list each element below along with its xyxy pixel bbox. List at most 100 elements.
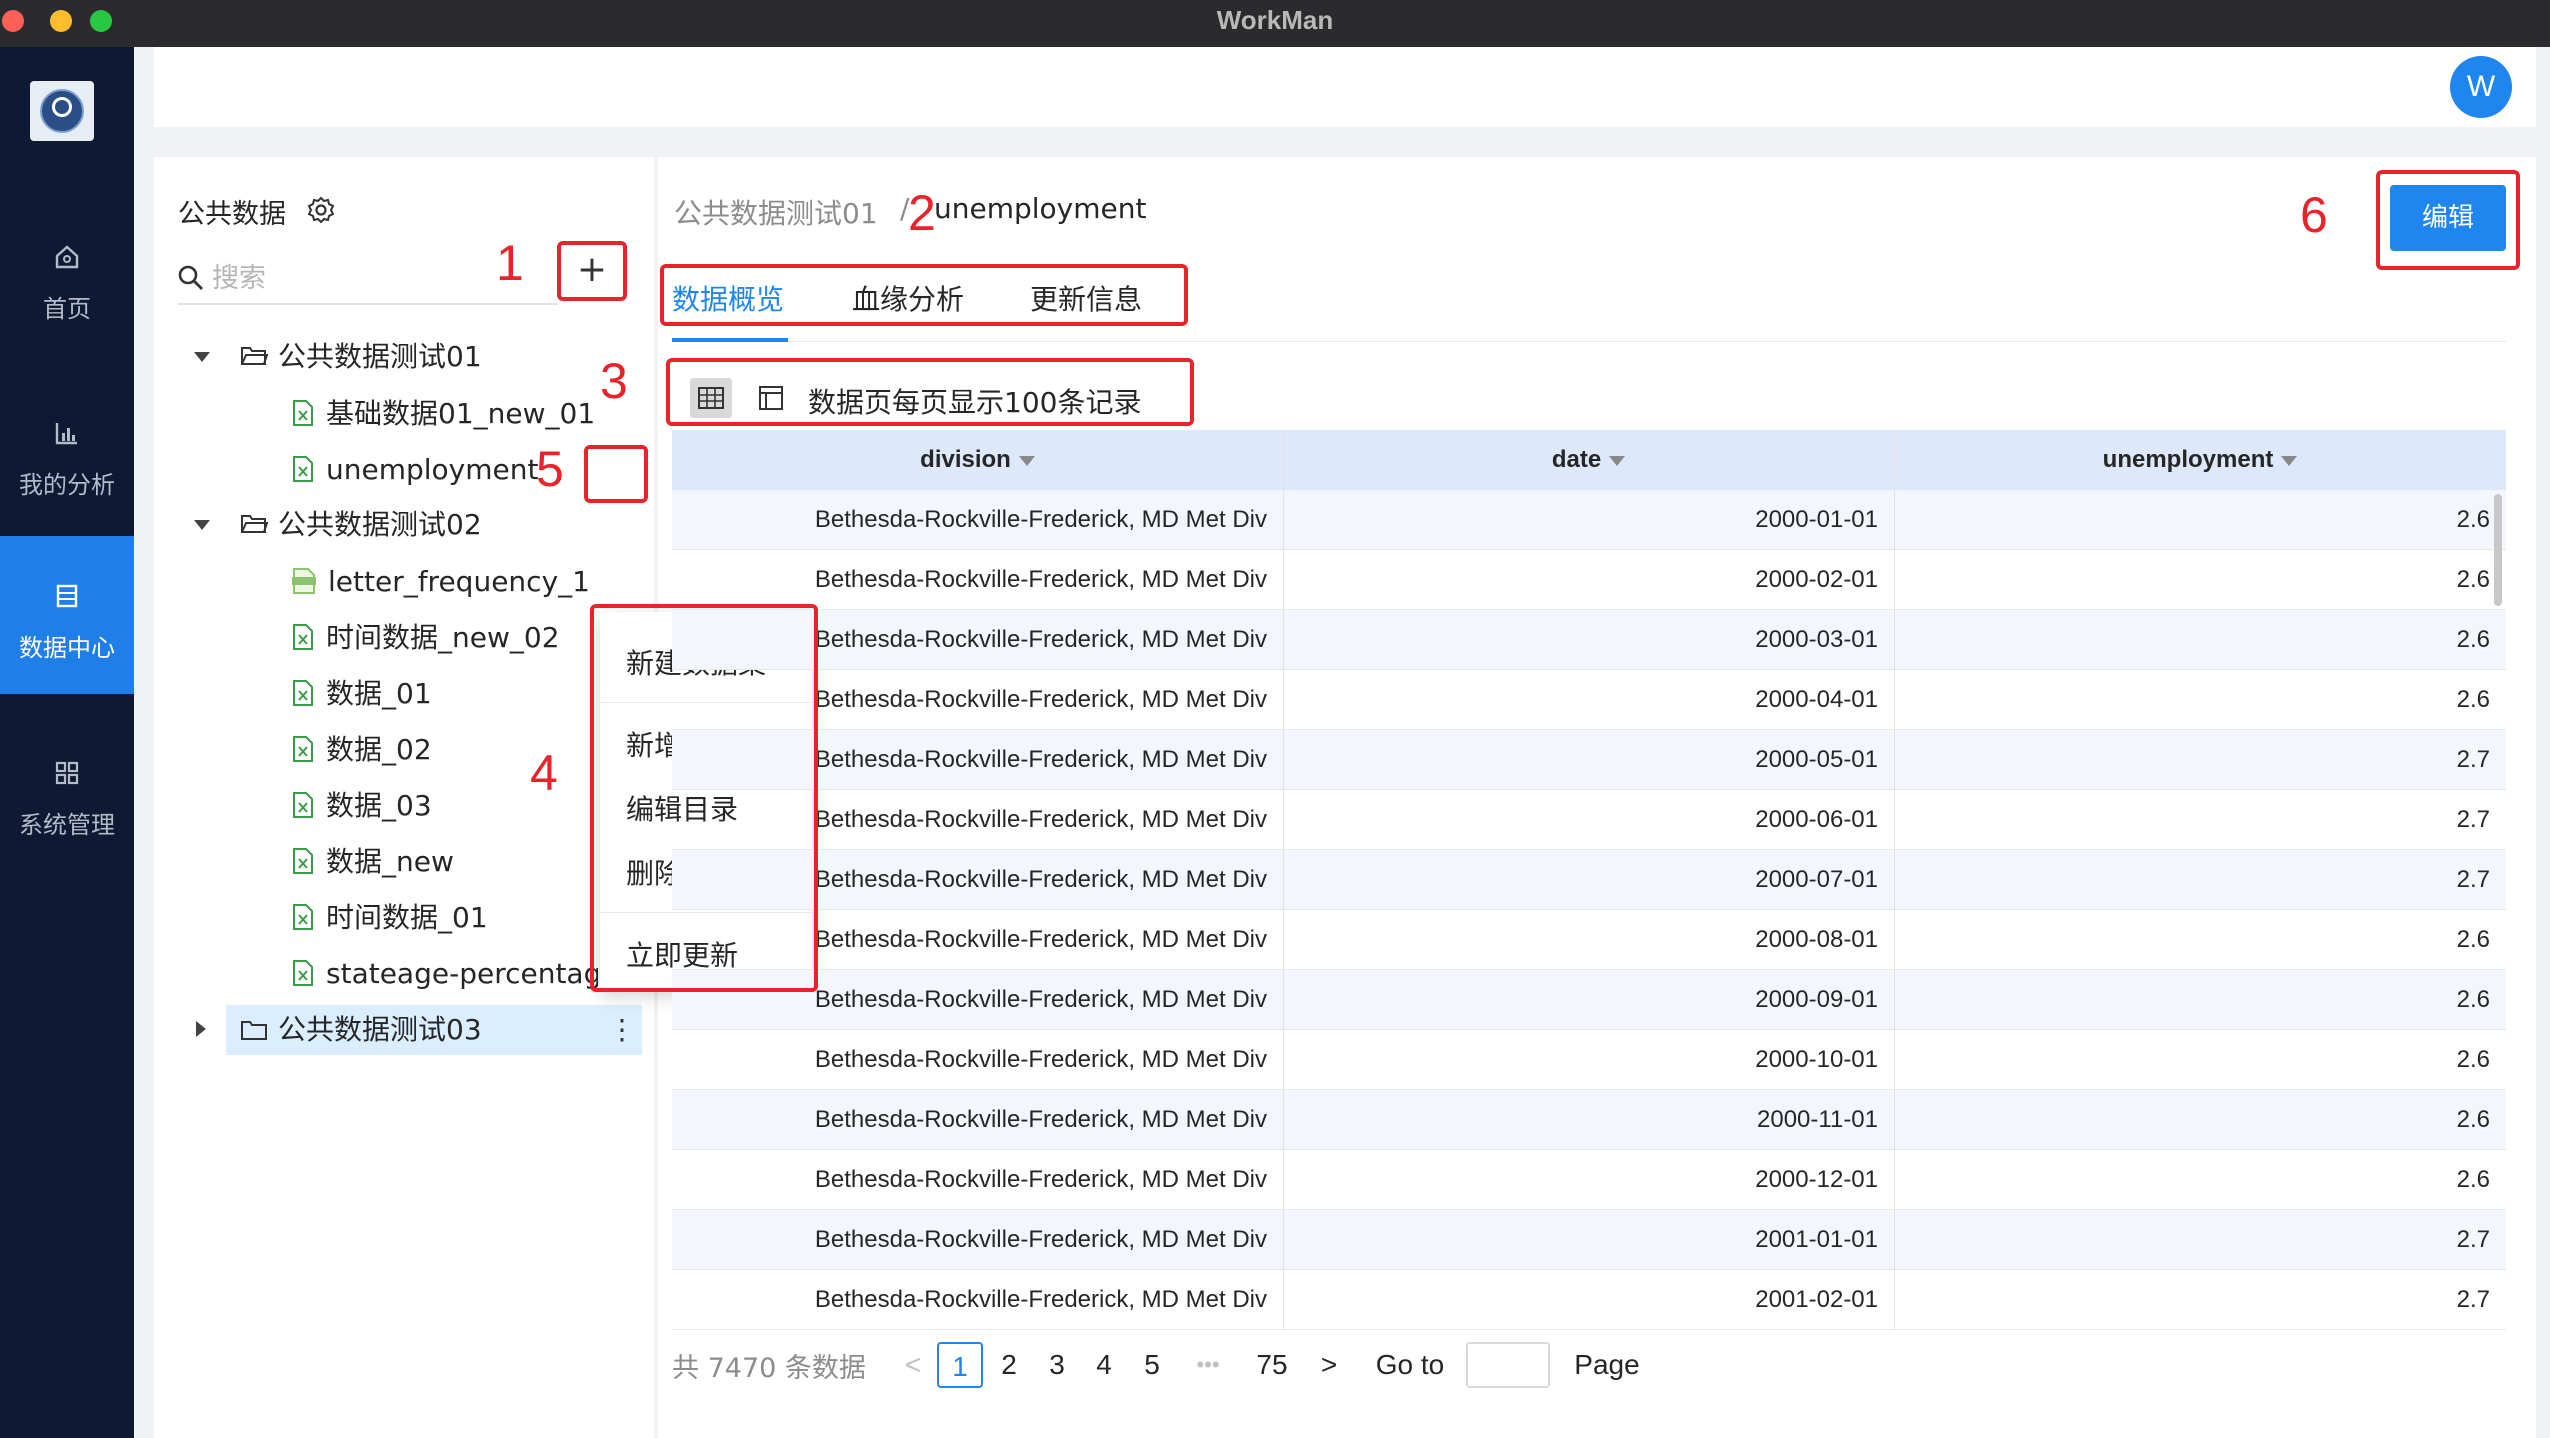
data-table: division date unemployment Bethesda-Rock…	[672, 430, 2506, 1330]
gear-icon[interactable]	[306, 195, 336, 225]
page-1-button[interactable]: 1	[937, 1342, 983, 1388]
column-header-unemployment[interactable]: unemployment	[1894, 430, 2506, 490]
annotation-box-3	[666, 358, 1194, 426]
page-75-button[interactable]: 75	[1250, 1342, 1294, 1388]
search-underline	[178, 303, 558, 305]
table-row[interactable]: Bethesda-Rockville-Frederick, MD Met Div…	[672, 790, 2506, 850]
tree-folder-label[interactable]: 公共数据测试01	[278, 334, 482, 380]
table-row[interactable]: Bethesda-Rockville-Frederick, MD Met Div…	[672, 970, 2506, 1030]
breadcrumb-parent[interactable]: 公共数据测试01	[674, 192, 878, 232]
tree-file-label[interactable]: 数据_02	[326, 727, 432, 773]
date-cell: 2000-03-01	[1755, 626, 1878, 653]
expand-caret-icon[interactable]	[194, 352, 210, 362]
annotation-number-6: 6	[2300, 187, 2328, 243]
annotation-box-2	[660, 264, 1188, 326]
tabs-divider	[672, 341, 2506, 342]
date-cell: 2000-07-01	[1755, 866, 1878, 893]
tree-folder-label[interactable]: 公共数据测试03	[278, 1007, 482, 1053]
table-row[interactable]: Bethesda-Rockville-Frederick, MD Met Div…	[672, 490, 2506, 550]
date-cell: 2000-08-01	[1755, 926, 1878, 953]
division-cell: Bethesda-Rockville-Frederick, MD Met Div	[814, 1226, 1267, 1253]
tree-file-label[interactable]: 数据_new	[326, 839, 454, 885]
more-options-icon[interactable]: ⋮	[608, 1012, 636, 1048]
tree-file-label[interactable]: letter_frequency_1	[328, 559, 590, 605]
nav-item-system-admin[interactable]: 系统管理	[0, 713, 134, 871]
nav-item-data-center[interactable]: 数据中心	[0, 536, 134, 694]
annotation-box-4	[590, 604, 818, 992]
total-records: 共 7470 条数据	[672, 1353, 866, 1384]
sort-caret-icon[interactable]	[1018, 455, 1035, 466]
folder-open-icon	[241, 347, 268, 365]
table-row[interactable]: Bethesda-Rockville-Frederick, MD Met Div…	[672, 610, 2506, 670]
date-cell: 2000-05-01	[1755, 746, 1878, 773]
nav-item-label: 我的分析	[19, 471, 115, 499]
tree-panel-title: 公共数据	[178, 199, 286, 230]
page-2-button[interactable]: 2	[994, 1342, 1024, 1388]
tree-file-label[interactable]: 数据_01	[326, 671, 432, 717]
folder-icon	[241, 1021, 267, 1040]
table-header: division date unemployment	[672, 430, 2506, 490]
page-5-button[interactable]: 5	[1137, 1342, 1167, 1388]
more-pages-button[interactable]: •••	[1186, 1342, 1230, 1388]
table-scrollbar[interactable]	[2494, 494, 2502, 606]
table-row[interactable]: Bethesda-Rockville-Frederick, MD Met Div…	[672, 1210, 2506, 1270]
prev-page-button[interactable]: <	[898, 1342, 928, 1388]
date-cell: 2000-01-01	[1755, 506, 1878, 533]
table-row[interactable]: Bethesda-Rockville-Frederick, MD Met Div…	[672, 550, 2506, 610]
page-3-button[interactable]: 3	[1042, 1342, 1072, 1388]
tree-search-input[interactable]	[212, 258, 542, 298]
sort-caret-icon[interactable]	[2281, 455, 2298, 466]
table-row[interactable]: Bethesda-Rockville-Frederick, MD Met Div…	[672, 850, 2506, 910]
unemployment-cell: 2.7	[2456, 806, 2490, 833]
division-cell: Bethesda-Rockville-Frederick, MD Met Div	[814, 1166, 1267, 1193]
unemployment-cell: 2.7	[2456, 866, 2490, 893]
tree-file-label[interactable]: 时间数据_new_02	[326, 615, 560, 661]
division-cell: Bethesda-Rockville-Frederick, MD Met Div	[814, 506, 1267, 533]
tree-file-label[interactable]: 基础数据01_new_01	[326, 391, 595, 437]
nav-item-home[interactable]: 首页	[0, 197, 134, 355]
tree-file-label[interactable]: 时间数据_01	[326, 895, 488, 941]
unemployment-cell: 2.7	[2456, 1226, 2490, 1253]
table-row[interactable]: Bethesda-Rockville-Frederick, MD Met Div…	[672, 910, 2506, 970]
column-header-label: date	[1551, 446, 1602, 473]
unemployment-cell: 2.6	[2456, 1106, 2490, 1133]
bar-chart-icon	[55, 423, 77, 445]
tree-file-label[interactable]: 数据_03	[326, 783, 432, 829]
user-avatar[interactable]: W	[2450, 56, 2512, 118]
unemployment-cell: 2.6	[2456, 926, 2490, 953]
app-logo	[30, 81, 94, 141]
table-row[interactable]: Bethesda-Rockville-Frederick, MD Met Div…	[672, 670, 2506, 730]
unemployment-cell: 2.6	[2456, 1046, 2490, 1073]
unemployment-cell: 2.6	[2456, 686, 2490, 713]
table-row[interactable]: Bethesda-Rockville-Frederick, MD Met Div…	[672, 1030, 2506, 1090]
column-header-label: unemployment	[2102, 446, 2274, 473]
unemployment-cell: 2.6	[2456, 626, 2490, 653]
sort-caret-icon[interactable]	[1609, 455, 1626, 466]
tree-file-label[interactable]: unemployment	[326, 447, 538, 493]
grid-icon	[55, 761, 79, 785]
column-header-division[interactable]: division	[672, 430, 1283, 490]
goto-label: Go to	[1375, 1349, 1445, 1380]
nav-item-my-analysis[interactable]: 我的分析	[0, 373, 134, 531]
excel-file-icon	[293, 680, 313, 706]
json-file-icon	[292, 568, 316, 594]
table-row[interactable]: Bethesda-Rockville-Frederick, MD Met Div…	[672, 1270, 2506, 1330]
excel-file-icon	[293, 456, 313, 482]
division-cell: Bethesda-Rockville-Frederick, MD Met Div	[814, 1106, 1267, 1133]
date-cell: 2000-12-01	[1755, 1166, 1878, 1193]
goto-page-input[interactable]	[1466, 1342, 1550, 1388]
unemployment-cell: 2.6	[2456, 986, 2490, 1013]
table-row[interactable]: Bethesda-Rockville-Frederick, MD Met Div…	[672, 730, 2506, 790]
table-row[interactable]: Bethesda-Rockville-Frederick, MD Met Div…	[672, 1090, 2506, 1150]
tree-folder-label[interactable]: 公共数据测试02	[278, 502, 482, 548]
unemployment-cell: 2.7	[2456, 746, 2490, 773]
date-cell: 2000-06-01	[1755, 806, 1878, 833]
table-row[interactable]: Bethesda-Rockville-Frederick, MD Met Div…	[672, 1150, 2506, 1210]
next-page-button[interactable]: >	[1314, 1342, 1344, 1388]
active-tab-indicator	[672, 338, 788, 342]
page-4-button[interactable]: 4	[1089, 1342, 1119, 1388]
collapse-caret-icon[interactable]	[196, 1021, 206, 1037]
column-header-date[interactable]: date	[1283, 430, 1894, 490]
expand-caret-icon[interactable]	[194, 520, 210, 530]
tree-file-label[interactable]: stateage-percentage	[326, 951, 598, 997]
